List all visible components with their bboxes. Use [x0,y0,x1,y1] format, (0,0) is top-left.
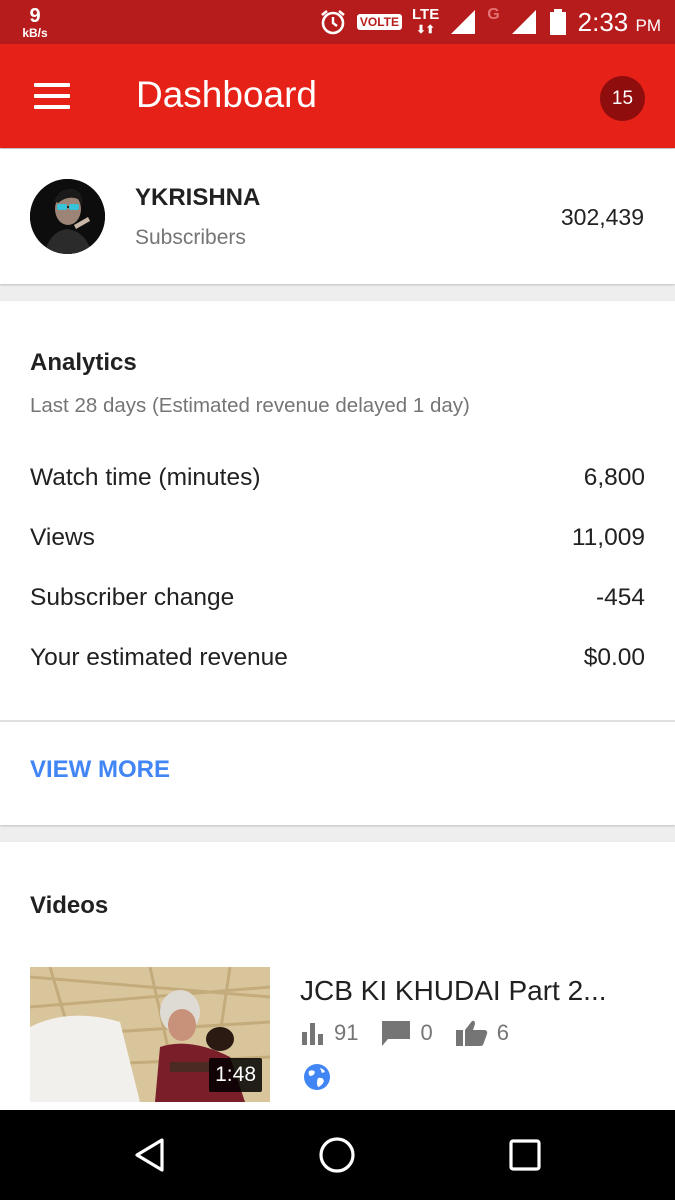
recents-icon[interactable] [505,1135,545,1175]
metric-label: Watch time (minutes) [30,464,261,491]
view-more-button[interactable]: VIEW MORE [30,756,170,784]
clock-ampm: PM [635,16,662,35]
likes-count: 6 [496,1020,509,1045]
analytics-card: Analytics Last 28 days (Estimated revenu… [0,301,675,825]
app-bar: Dashboard 15 [0,44,675,148]
clock: 2:33 PM [578,9,661,35]
channel-name: YKRISHNA [135,184,261,211]
metric-row-subscriber-change: Subscriber change -454 [30,583,645,613]
metric-value: -454 [595,584,645,611]
lte-label: LTE [411,6,440,24]
signal-icon [451,10,476,34]
metric-label: Your estimated revenue [30,644,288,671]
metric-label: Views [30,524,95,551]
globe-icon [304,1064,330,1090]
battery-icon [549,9,566,35]
bar-chart-icon [302,1023,323,1045]
video-duration: 1:48 [209,1058,262,1092]
videos-title: Videos [30,892,109,919]
metric-value: 11,009 [571,524,645,551]
menu-icon-line [34,94,70,98]
metric-value: 6,800 [583,464,645,491]
divider [0,720,675,722]
back-icon[interactable] [130,1135,170,1175]
metric-row-estimated-revenue: Your estimated revenue $0.00 [30,643,645,673]
status-bar: 9 kB/s VOLTE LTE ⬇⬆ G 2:33 PM [0,0,675,44]
signal-icon [511,10,536,34]
thumbs-up-icon [455,1020,487,1046]
comments-count: 0 [420,1020,433,1045]
metric-row-watch-time: Watch time (minutes) 6,800 [30,463,645,493]
subscribers-label: Subscribers [135,226,246,249]
analytics-subtitle: Last 28 days (Estimated revenue delayed … [30,394,470,417]
menu-icon-line [34,83,70,87]
lte-indicator: LTE ⬇⬆ [411,6,440,36]
network-speed-value: 9 [29,5,41,27]
g-network-label: G [487,6,500,23]
menu-button[interactable] [28,78,76,114]
videos-card: Videos 1:48 JCB KI KHUDAI Part 2... 91 0… [0,842,675,1110]
comments-stat: 0 [380,1019,433,1047]
volte-badge: VOLTE [356,14,402,30]
subscriber-count: 302,439 [560,204,644,230]
home-icon[interactable] [317,1135,357,1175]
menu-icon-line [34,105,70,109]
notification-badge[interactable]: 15 [600,76,645,121]
avatar[interactable] [30,179,105,254]
analytics-title: Analytics [30,349,137,376]
video-title[interactable]: JCB KI KHUDAI Part 2... [300,975,630,1007]
video-stats: 91 0 6 [300,1017,531,1049]
alarm-icon [321,9,345,35]
views-count: 91 [334,1020,359,1045]
metric-label: Subscriber change [30,584,235,611]
comment-icon [382,1021,411,1046]
clock-time: 2:33 [577,7,629,37]
views-stat: 91 [300,1020,358,1046]
likes-stat: 6 [455,1019,509,1047]
page-title: Dashboard [136,74,318,115]
video-thumbnail[interactable]: 1:48 [30,967,270,1102]
network-speed-unit: kB/s [22,26,48,40]
metric-row-views: Views 11,009 [30,523,645,553]
status-icons: VOLTE LTE ⬇⬆ G 2:33 PM [319,0,661,44]
system-nav-bar [0,1110,675,1200]
metric-value: $0.00 [583,644,645,671]
network-speed: 9 kB/s [18,6,52,39]
